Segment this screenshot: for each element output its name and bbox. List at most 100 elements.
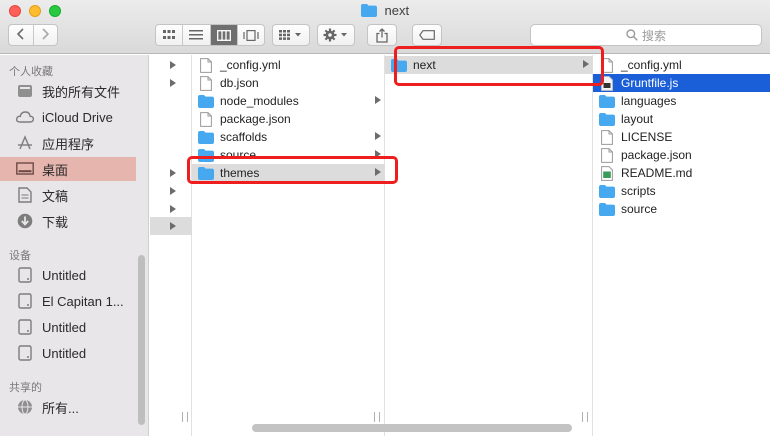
disclosure-arrow-icon xyxy=(375,132,381,140)
gear-icon xyxy=(323,28,347,42)
window-titlebar: next 搜索 xyxy=(0,0,770,54)
view-mode-buttons xyxy=(155,24,265,46)
list-item[interactable]: languages xyxy=(593,92,770,110)
list-item-selected[interactable]: next xyxy=(385,56,593,74)
network-icon xyxy=(16,398,34,416)
column-blog-root: _config.yml db.json node_modules package… xyxy=(192,55,385,436)
window-title: next xyxy=(0,3,770,18)
sidebar-item-documents[interactable]: 文稿 xyxy=(0,183,136,207)
back-button[interactable] xyxy=(9,25,33,45)
folder-icon xyxy=(360,4,377,17)
documents-icon xyxy=(16,186,34,204)
cover-flow-button[interactable] xyxy=(238,25,264,45)
list-item-selected[interactable]: themes xyxy=(192,164,385,182)
icon-view-button[interactable] xyxy=(156,25,184,45)
folder-icon xyxy=(599,201,615,217)
grid-icon xyxy=(163,30,176,39)
columns-icon xyxy=(216,29,231,41)
tag-icon xyxy=(419,30,435,40)
sidebar-header-favorites: 个人收藏 xyxy=(9,66,53,78)
nav-buttons xyxy=(8,24,58,46)
sidebar-item-device[interactable]: Untitled xyxy=(0,263,136,287)
tag-button[interactable] xyxy=(412,24,442,46)
column-themes: next xyxy=(385,55,593,436)
disclosure-arrow-icon xyxy=(170,169,176,177)
arrange-button[interactable] xyxy=(272,24,310,46)
column-browser: _config.yml db.json node_modules package… xyxy=(150,55,770,436)
list-item[interactable]: scaffolds xyxy=(192,128,385,146)
disk-icon xyxy=(16,266,34,284)
document-icon xyxy=(599,147,615,163)
document-icon xyxy=(599,129,615,145)
cloud-icon xyxy=(16,108,34,126)
sidebar-item-device[interactable]: Untitled xyxy=(0,341,136,365)
search-input[interactable]: 搜索 xyxy=(530,24,762,46)
list-item[interactable]: scripts xyxy=(593,182,770,200)
folder-icon xyxy=(599,183,615,199)
sidebar-header-devices: 设备 xyxy=(9,250,31,262)
list-item-selected[interactable]: Gruntfile.js xyxy=(593,74,770,92)
list-item[interactable]: source xyxy=(593,200,770,218)
disclosure-arrow-icon xyxy=(170,205,176,213)
window-title-text: next xyxy=(384,3,410,18)
chevron-left-icon xyxy=(16,28,24,40)
search-icon xyxy=(626,29,638,41)
sidebar-item-desktop[interactable]: 桌面 xyxy=(0,157,136,181)
folder-icon xyxy=(198,129,214,145)
forward-button[interactable] xyxy=(34,25,58,45)
action-button[interactable] xyxy=(317,24,355,46)
list-item[interactable]: node_modules xyxy=(192,92,385,110)
disclosure-arrow-icon xyxy=(583,60,589,68)
document-icon xyxy=(198,111,214,127)
applications-icon xyxy=(16,134,34,152)
column-view-button[interactable] xyxy=(210,25,238,45)
document-icon xyxy=(599,57,615,73)
folder-icon xyxy=(198,93,214,109)
list-view-button[interactable] xyxy=(183,25,211,45)
sidebar-scrollbar[interactable] xyxy=(138,255,145,425)
chevron-right-icon xyxy=(42,28,50,40)
list-item[interactable]: _config.yml xyxy=(192,56,385,74)
markdown-file-icon xyxy=(599,165,615,181)
list-item[interactable]: README.md xyxy=(593,164,770,182)
share-button[interactable] xyxy=(367,24,397,46)
sidebar-header-shared: 共享的 xyxy=(9,382,42,394)
column-resize-handle[interactable] xyxy=(182,412,188,422)
column-resize-handle[interactable] xyxy=(374,412,380,422)
list-item[interactable]: LICENSE xyxy=(593,128,770,146)
list-icon xyxy=(189,30,204,40)
sidebar-item-downloads[interactable]: 下载 xyxy=(0,209,136,233)
disclosure-arrow-icon xyxy=(170,222,176,230)
share-icon xyxy=(376,27,388,43)
list-item[interactable]: _config.yml xyxy=(593,56,770,74)
disclosure-arrow-icon xyxy=(170,79,176,87)
disclosure-arrow-icon xyxy=(375,168,381,176)
list-item[interactable]: package.json xyxy=(192,110,385,128)
list-item[interactable]: db.json xyxy=(192,74,385,92)
sidebar: 个人收藏 我的所有文件 iCloud Drive 应用程序 桌面 文稿 下载 设… xyxy=(0,55,149,436)
disclosure-arrow-icon xyxy=(375,96,381,104)
desktop-icon xyxy=(16,160,34,178)
js-file-icon xyxy=(599,75,615,91)
disclosure-arrow-icon xyxy=(170,61,176,69)
sidebar-item-device[interactable]: Untitled xyxy=(0,315,136,339)
list-item[interactable]: layout xyxy=(593,110,770,128)
folder-icon xyxy=(599,93,615,109)
sidebar-item-applications[interactable]: 应用程序 xyxy=(0,131,136,155)
arrange-grid-icon xyxy=(279,30,301,40)
sidebar-item-device[interactable]: El Capitan 1... xyxy=(0,289,136,313)
disk-icon xyxy=(16,344,34,362)
column-resize-handle[interactable] xyxy=(582,412,588,422)
sidebar-item-all-files[interactable]: 我的所有文件 xyxy=(0,79,136,103)
document-icon xyxy=(198,57,214,73)
disclosure-arrow-icon xyxy=(170,187,176,195)
column-next: _config.yml Gruntfile.js languages layou… xyxy=(593,55,770,436)
folder-icon xyxy=(198,147,214,163)
all-files-icon xyxy=(16,82,34,100)
list-item[interactable]: source xyxy=(192,146,385,164)
cover-flow-icon xyxy=(243,29,259,41)
sidebar-item-shared-all[interactable]: 所有... xyxy=(0,395,136,419)
sidebar-item-icloud-drive[interactable]: iCloud Drive xyxy=(0,105,136,129)
list-item[interactable]: package.json xyxy=(593,146,770,164)
horizontal-scrollbar[interactable] xyxy=(252,424,572,432)
